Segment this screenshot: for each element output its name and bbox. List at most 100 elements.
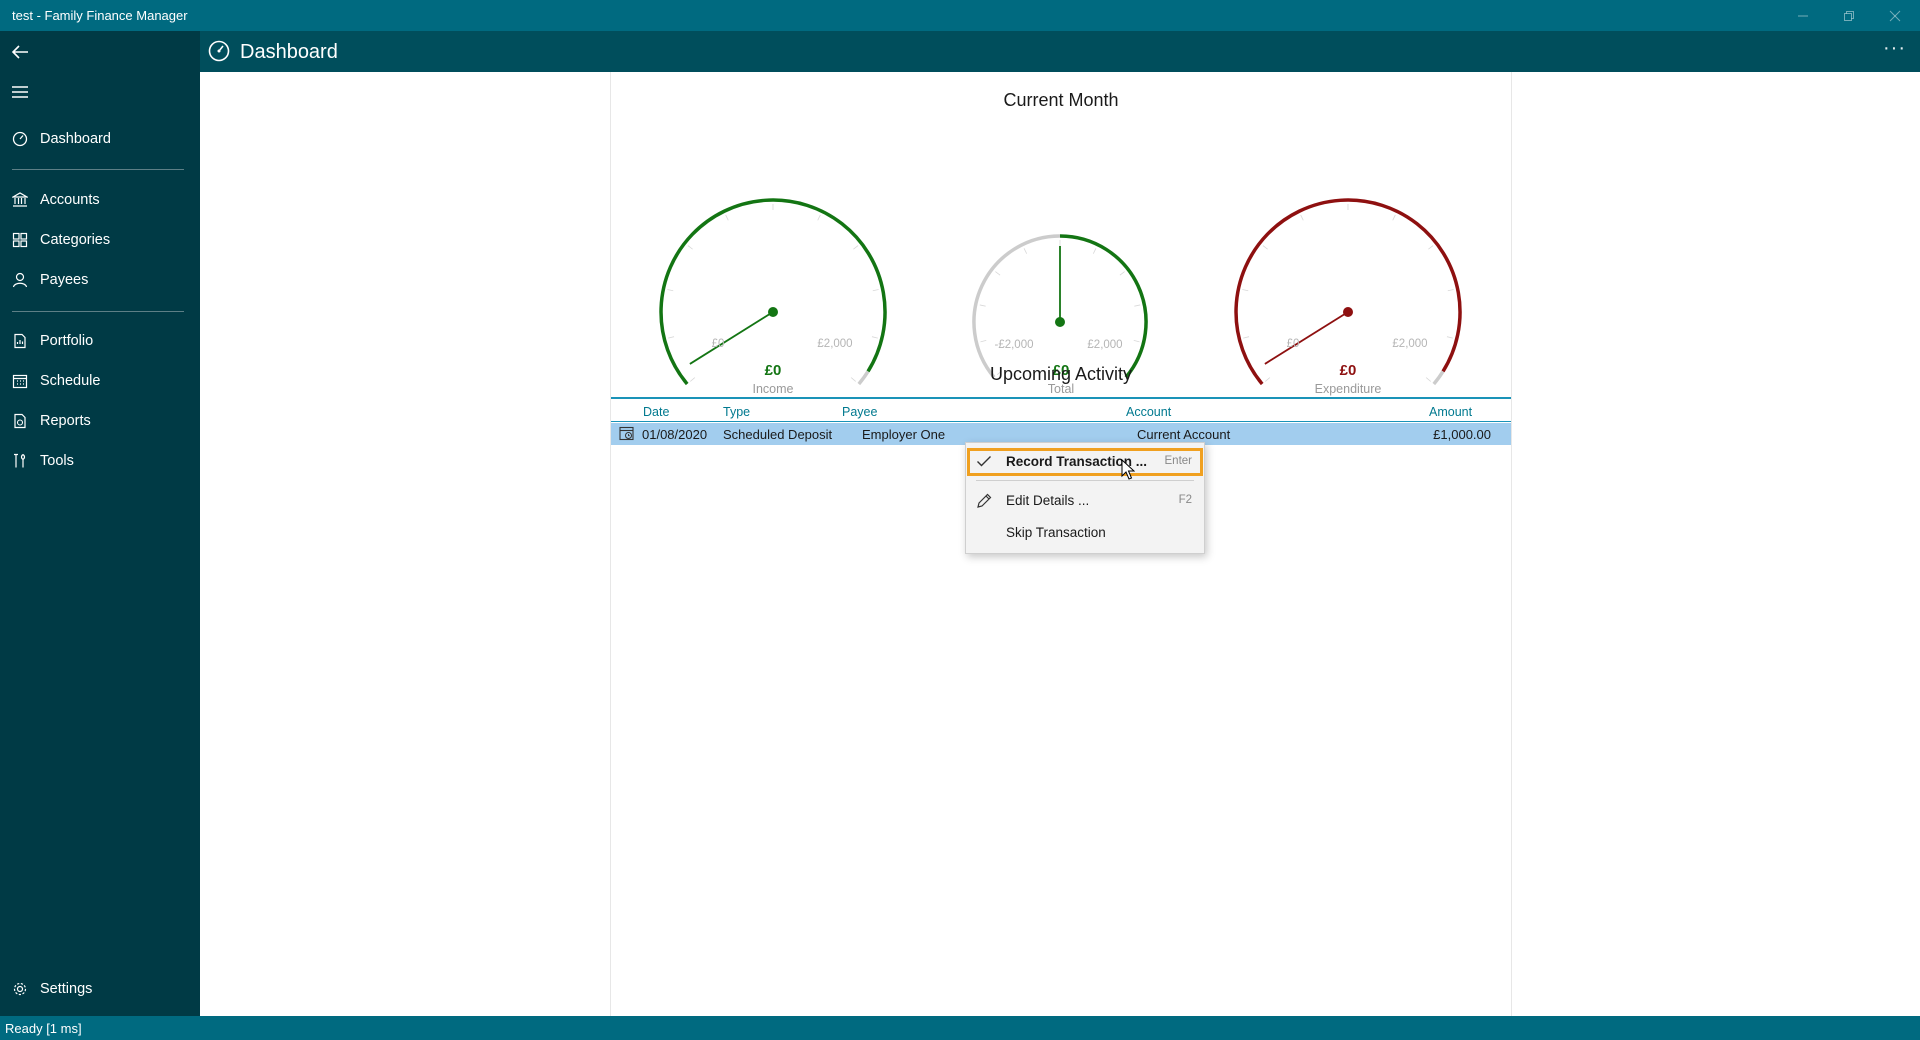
sidebar-item-reports[interactable]: Reports — [0, 403, 200, 439]
row-type: Scheduled Deposit — [723, 427, 833, 442]
hamburger-button[interactable] — [0, 73, 40, 111]
close-icon — [1889, 10, 1901, 21]
hamburger-icon — [12, 86, 28, 98]
sidebar-item-label: Schedule — [40, 373, 101, 389]
sidebar-item-accounts[interactable]: Accounts — [0, 182, 200, 218]
row-payee: Employer One — [862, 427, 946, 442]
expenditure-gauge-tick — [1262, 245, 1268, 250]
page-header: Dashboard ··· — [200, 31, 1920, 72]
menu-item-edit-details[interactable]: Edit Details ... F2 — [966, 486, 1204, 516]
back-button[interactable] — [0, 33, 40, 71]
column-header-account[interactable]: Account — [1126, 405, 1171, 419]
income-gauge-tick — [817, 214, 821, 221]
checkmark-icon — [976, 454, 992, 473]
restore-icon — [1844, 10, 1854, 21]
menu-item-label: Edit Details ... — [1006, 493, 1090, 508]
scheduled-calendar-icon — [619, 426, 634, 446]
column-header-date[interactable]: Date — [643, 405, 669, 419]
total-gauge-tick — [1119, 271, 1125, 276]
sidebar-item-settings[interactable]: Settings — [0, 971, 200, 1007]
expenditure-gauge-tick — [1242, 289, 1249, 292]
total-gauge-max-label: £2,000 — [1087, 339, 1122, 351]
total-gauge-tick — [979, 304, 986, 307]
current-month-title: Current Month — [1003, 90, 1119, 110]
menu-item-shortcut: Enter — [1164, 455, 1193, 467]
minimize-button[interactable] — [1780, 0, 1826, 31]
income-gauge-tick — [725, 214, 729, 221]
upcoming-activity-title: Upcoming Activity — [989, 364, 1133, 384]
expenditure-gauge-tick — [1300, 214, 1304, 221]
sidebar-item-label: Accounts — [40, 192, 100, 208]
expenditure-gauge-arc — [1234, 198, 1462, 386]
sidebar-divider — [12, 169, 184, 170]
status-bar: Ready [1 ms] — [0, 1016, 1920, 1040]
context-menu: Record Transaction ... Enter Edit Detail… — [965, 442, 1205, 554]
total-gauge-tick — [1023, 248, 1028, 254]
column-header-type[interactable]: Type — [723, 405, 750, 419]
row-date: 01/08/2020 — [642, 427, 708, 442]
expenditure-gauge-tick — [1447, 289, 1454, 292]
menu-item-skip-transaction[interactable]: Skip Transaction — [966, 518, 1204, 548]
income-gauge-min-label: £0 — [712, 338, 725, 350]
row-account: Current Account — [1137, 427, 1231, 442]
expenditure-gauge-tick — [1243, 336, 1250, 339]
sidebar-item-tools[interactable]: Tools — [0, 443, 200, 479]
close-button[interactable] — [1872, 0, 1918, 31]
total-gauge-hub — [1055, 317, 1065, 327]
person-icon — [0, 272, 40, 288]
bank-icon — [0, 192, 40, 208]
income-gauge-tick — [872, 289, 879, 292]
income-gauge-hub — [768, 307, 778, 317]
total-gauge-arc-positive — [1059, 234, 1148, 379]
sidebar-item-categories[interactable]: Categories — [0, 222, 200, 258]
page-title: Dashboard — [240, 41, 338, 63]
table-top-border — [611, 397, 1511, 399]
more-options-button[interactable]: ··· — [1883, 37, 1906, 60]
tools-icon — [0, 453, 40, 469]
report-icon — [0, 413, 40, 429]
total-gauge-tick — [980, 339, 987, 343]
calendar-icon — [0, 373, 40, 389]
expenditure-gauge-needle — [1264, 311, 1349, 365]
portfolio-icon — [0, 333, 40, 349]
minimize-icon — [1798, 15, 1808, 16]
sidebar-item-label: Payees — [40, 272, 89, 288]
column-header-payee[interactable]: Payee — [842, 405, 877, 419]
expenditure-gauge-tick — [1428, 245, 1434, 250]
sidebar-item-portfolio[interactable]: Portfolio — [0, 323, 200, 359]
total-gauge-tick — [995, 271, 1001, 276]
mouse-cursor-icon — [1121, 459, 1135, 480]
status-text: Ready [1 ms] — [5, 1021, 82, 1036]
dashboard-icon — [0, 131, 40, 147]
income-gauge-tick — [667, 289, 674, 292]
menu-item-record-transaction[interactable]: Record Transaction ... Enter — [966, 447, 1204, 477]
sidebar: Dashboard Accounts Categories Payees Por… — [0, 31, 200, 1016]
total-gauge-min-label: -£2,000 — [994, 339, 1033, 351]
sidebar-item-payees[interactable]: Payees — [0, 262, 200, 298]
column-header-amount[interactable]: Amount — [1429, 405, 1472, 419]
sidebar-item-schedule[interactable]: Schedule — [0, 363, 200, 399]
sidebar-item-label: Portfolio — [40, 333, 94, 349]
expenditure-gauge-tick — [1446, 336, 1453, 339]
expenditure-gauge-max-label: £2,000 — [1392, 338, 1427, 350]
menu-item-shortcut: F2 — [1178, 494, 1192, 506]
sidebar-item-label: Categories — [40, 232, 111, 248]
sidebar-item-label: Tools — [40, 453, 74, 469]
sidebar-item-label: Settings — [40, 981, 93, 997]
sidebar-item-label: Reports — [40, 413, 91, 429]
window-title: test - Family Finance Manager — [12, 8, 188, 23]
expenditure-gauge-tick — [1392, 214, 1396, 221]
title-bar: test - Family Finance Manager — [0, 0, 1920, 31]
row-amount: £1,000.00 — [1433, 427, 1491, 442]
maximize-button[interactable] — [1826, 0, 1872, 31]
menu-item-label: Skip Transaction — [1006, 525, 1106, 540]
total-gauge-tick — [1092, 248, 1097, 254]
expenditure-gauge-min-label: £0 — [1287, 338, 1300, 350]
back-arrow-icon — [11, 45, 28, 59]
expenditure-gauge-hub — [1343, 307, 1353, 317]
total-gauge-arc-negative — [972, 234, 1061, 379]
sidebar-item-dashboard[interactable]: Dashboard — [0, 121, 200, 157]
sidebar-divider — [12, 311, 184, 312]
income-gauge-tick — [853, 245, 859, 250]
total-gauge-tick — [1134, 304, 1141, 307]
